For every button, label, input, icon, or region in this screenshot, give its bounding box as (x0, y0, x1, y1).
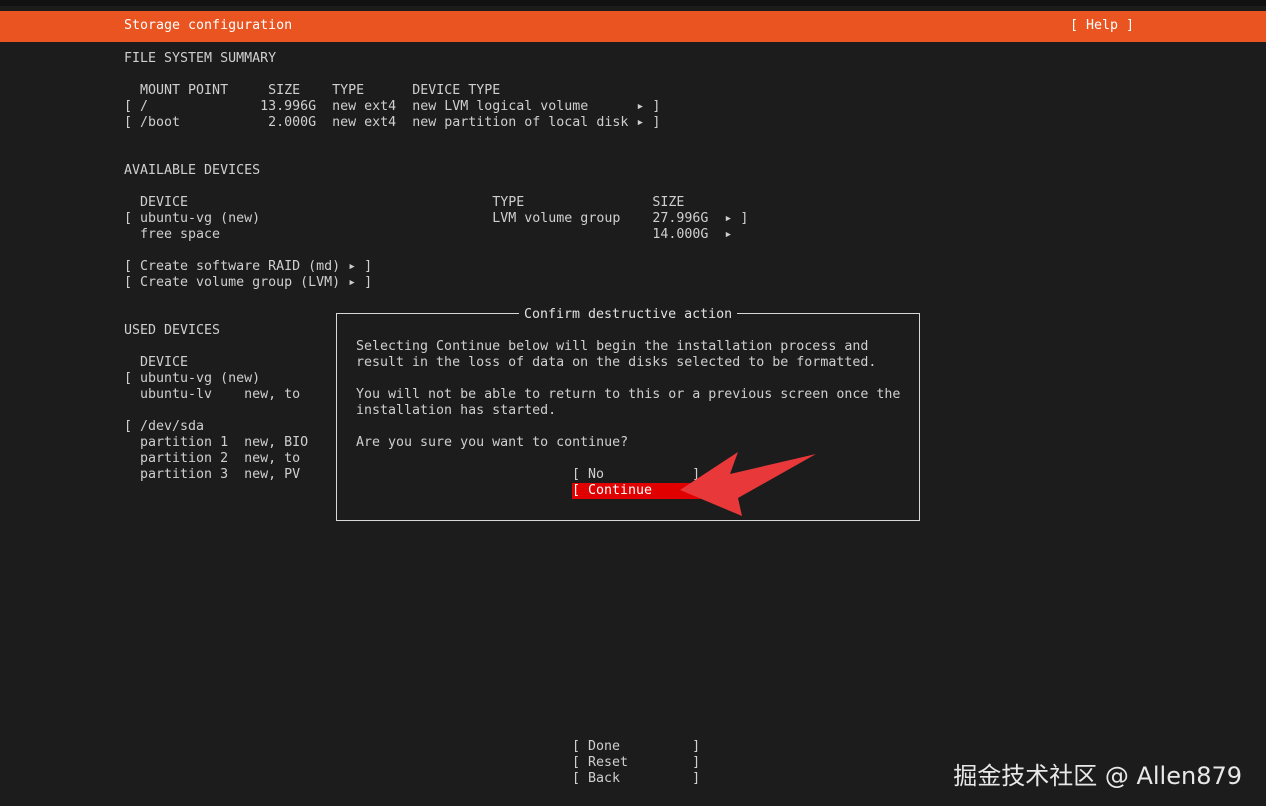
dialog-title: Confirm destructive action (519, 307, 738, 323)
used-devices-columns: DEVICE (124, 355, 189, 370)
fs-summary-row-root[interactable]: [ / 13.996G new ext4 new LVM logical vol… (124, 99, 660, 115)
dialog-text-line: You will not be able to return to this o… (356, 387, 901, 402)
create-volume-group-button[interactable]: [ Create volume group (LVM) ▸ ] (124, 275, 372, 291)
reset-button[interactable]: [ Reset ] (572, 755, 700, 771)
watermark: 掘金技术社区 @ Allen879 (953, 762, 1242, 790)
used-devices-heading: USED DEVICES (124, 323, 221, 338)
used-device-partition-3: partition 3 new, PV (124, 467, 301, 482)
used-device-ubuntu-lv: ubuntu-lv new, to (124, 387, 301, 402)
done-button[interactable]: [ Done ] (572, 739, 700, 755)
available-device-free-space[interactable]: free space 14.000G ▸ (124, 227, 732, 243)
available-devices-heading: AVAILABLE DEVICES (124, 163, 261, 178)
used-device-partition-1: partition 1 new, BIO (124, 435, 309, 450)
fs-summary-heading: FILE SYSTEM SUMMARY (124, 51, 277, 66)
dialog-text-line: installation has started. (356, 403, 557, 418)
fs-summary-row-boot[interactable]: [ /boot 2.000G new ext4 new partition of… (124, 115, 660, 131)
back-button[interactable]: [ Back ] (572, 771, 700, 787)
fs-summary-columns: MOUNT POINT SIZE TYPE DEVICE TYPE (124, 83, 501, 98)
used-device-sda[interactable]: [ /dev/sda (124, 419, 204, 435)
used-device-ubuntu-vg[interactable]: [ ubuntu-vg (new) (124, 371, 260, 387)
page-title: Storage configuration (124, 18, 293, 33)
used-device-partition-2: partition 2 new, to (124, 451, 301, 466)
title-bar: Storage configuration [ Help ] (0, 11, 1266, 42)
dialog-text-line: result in the loss of data on the disks … (356, 355, 877, 370)
dialog-text-line: Selecting Continue below will begin the … (356, 339, 869, 354)
available-devices-columns: DEVICE TYPE SIZE (124, 195, 685, 210)
top-edge (0, 0, 1266, 6)
annotation-arrow-icon (680, 452, 816, 516)
dialog-question: Are you sure you want to continue? (356, 435, 629, 450)
available-device-ubuntu-vg[interactable]: [ ubuntu-vg (new) LVM volume group 27.99… (124, 211, 748, 227)
help-button[interactable]: [ Help ] (1070, 18, 1134, 33)
create-raid-button[interactable]: [ Create software RAID (md) ▸ ] (124, 259, 372, 275)
